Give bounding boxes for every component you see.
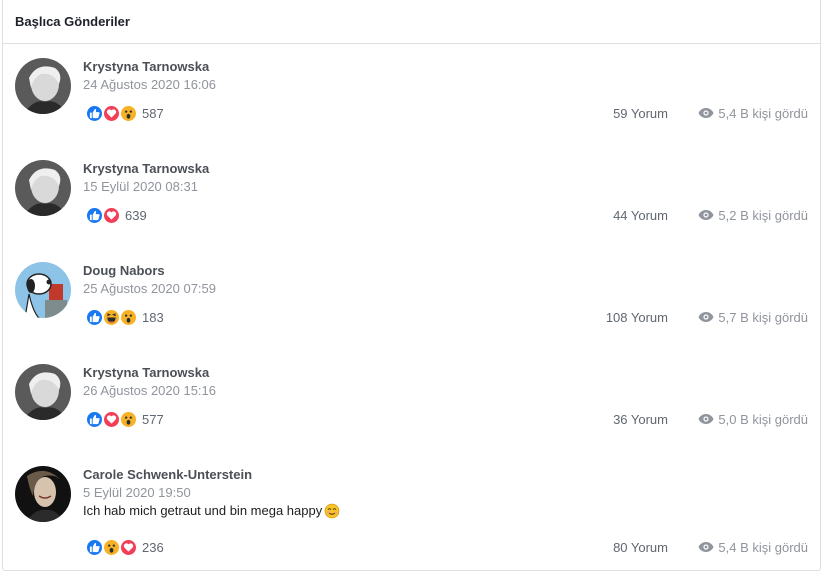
reactions[interactable]: 183 [85,307,164,327]
post-item[interactable]: Krystyna Tarnowska 24 Ağustos 2020 16:06… [3,44,820,146]
post-date[interactable]: 24 Ağustos 2020 16:06 [83,76,216,94]
post-author[interactable]: Doug Nabors [83,262,216,280]
post-item[interactable]: Krystyna Tarnowska 26 Ağustos 2020 15:16… [3,350,820,452]
reactions[interactable]: 236 [85,537,164,557]
comment-count[interactable]: 36 Yorum [588,412,668,427]
post-stats: 639 44 Yorum 5,2 B kişi gördü [85,204,808,226]
reaction-count[interactable]: 639 [125,208,147,223]
reaction-count[interactable]: 577 [142,412,164,427]
wow-icon [119,307,138,327]
post-author[interactable]: Krystyna Tarnowska [83,364,216,382]
view-count: 5,4 B kişi gördü [668,540,808,555]
post-stats: 183 108 Yorum 5,7 B kişi gördü [85,306,808,328]
reaction-count[interactable]: 236 [142,540,164,555]
post-message-text: Ich hab mich getraut und bin mega happy [83,503,323,518]
view-count: 5,2 B kişi gördü [668,208,808,223]
post-message: Ich hab mich getraut und bin mega happy [83,502,340,520]
view-count-label: 5,0 B kişi gördü [718,411,808,427]
post-date[interactable]: 25 Ağustos 2020 07:59 [83,280,216,298]
view-count-label: 5,2 B kişi gördü [718,207,808,223]
post-author[interactable]: Carole Schwenk-Unterstein [83,466,340,484]
reactions[interactable]: 587 [85,103,164,123]
comment-count[interactable]: 108 Yorum [588,310,668,325]
eye-icon [698,209,714,221]
reactions[interactable]: 577 [85,409,164,429]
panel-header: Başlıca Gönderiler [3,0,820,44]
post-stats: 587 59 Yorum 5,4 B kişi gördü [85,102,808,124]
post-item[interactable]: Carole Schwenk-Unterstein 5 Eylül 2020 1… [3,452,820,572]
post-date[interactable]: 5 Eylül 2020 19:50 [83,484,340,502]
comment-count[interactable]: 80 Yorum [588,540,668,555]
eye-icon [698,413,714,425]
view-count-label: 5,4 B kişi gördü [718,539,808,555]
comment-count[interactable]: 44 Yorum [588,208,668,223]
view-count: 5,0 B kişi gördü [668,412,808,427]
smiling-face-icon [324,503,340,519]
avatar[interactable] [15,160,71,216]
love-icon [102,205,121,225]
top-posts-panel: Başlıca Gönderiler Krystyna Tarnowska 24… [2,0,821,571]
post-item[interactable]: Krystyna Tarnowska 15 Eylül 2020 08:31 6… [3,146,820,248]
love-icon [119,537,138,557]
post-item[interactable]: Doug Nabors 25 Ağustos 2020 07:59 183 10… [3,248,820,350]
reaction-count[interactable]: 587 [142,106,164,121]
view-count-label: 5,7 B kişi gördü [718,309,808,325]
post-stats: 577 36 Yorum 5,0 B kişi gördü [85,408,808,430]
avatar[interactable] [15,466,71,522]
avatar[interactable] [15,262,71,318]
reactions[interactable]: 639 [85,205,147,225]
eye-icon [698,107,714,119]
avatar[interactable] [15,58,71,114]
post-date[interactable]: 26 Ağustos 2020 15:16 [83,382,216,400]
eye-icon [698,311,714,323]
post-author[interactable]: Krystyna Tarnowska [83,160,209,178]
avatar[interactable] [15,364,71,420]
view-count: 5,7 B kişi gördü [668,310,808,325]
view-count-label: 5,4 B kişi gördü [718,105,808,121]
reaction-count[interactable]: 183 [142,310,164,325]
post-author[interactable]: Krystyna Tarnowska [83,58,216,76]
eye-icon [698,541,714,553]
wow-icon [119,409,138,429]
panel-title: Başlıca Gönderiler [15,14,130,29]
view-count: 5,4 B kişi gördü [668,106,808,121]
wow-icon [119,103,138,123]
comment-count[interactable]: 59 Yorum [588,106,668,121]
post-date[interactable]: 15 Eylül 2020 08:31 [83,178,209,196]
post-stats: 236 80 Yorum 5,4 B kişi gördü [85,536,808,558]
